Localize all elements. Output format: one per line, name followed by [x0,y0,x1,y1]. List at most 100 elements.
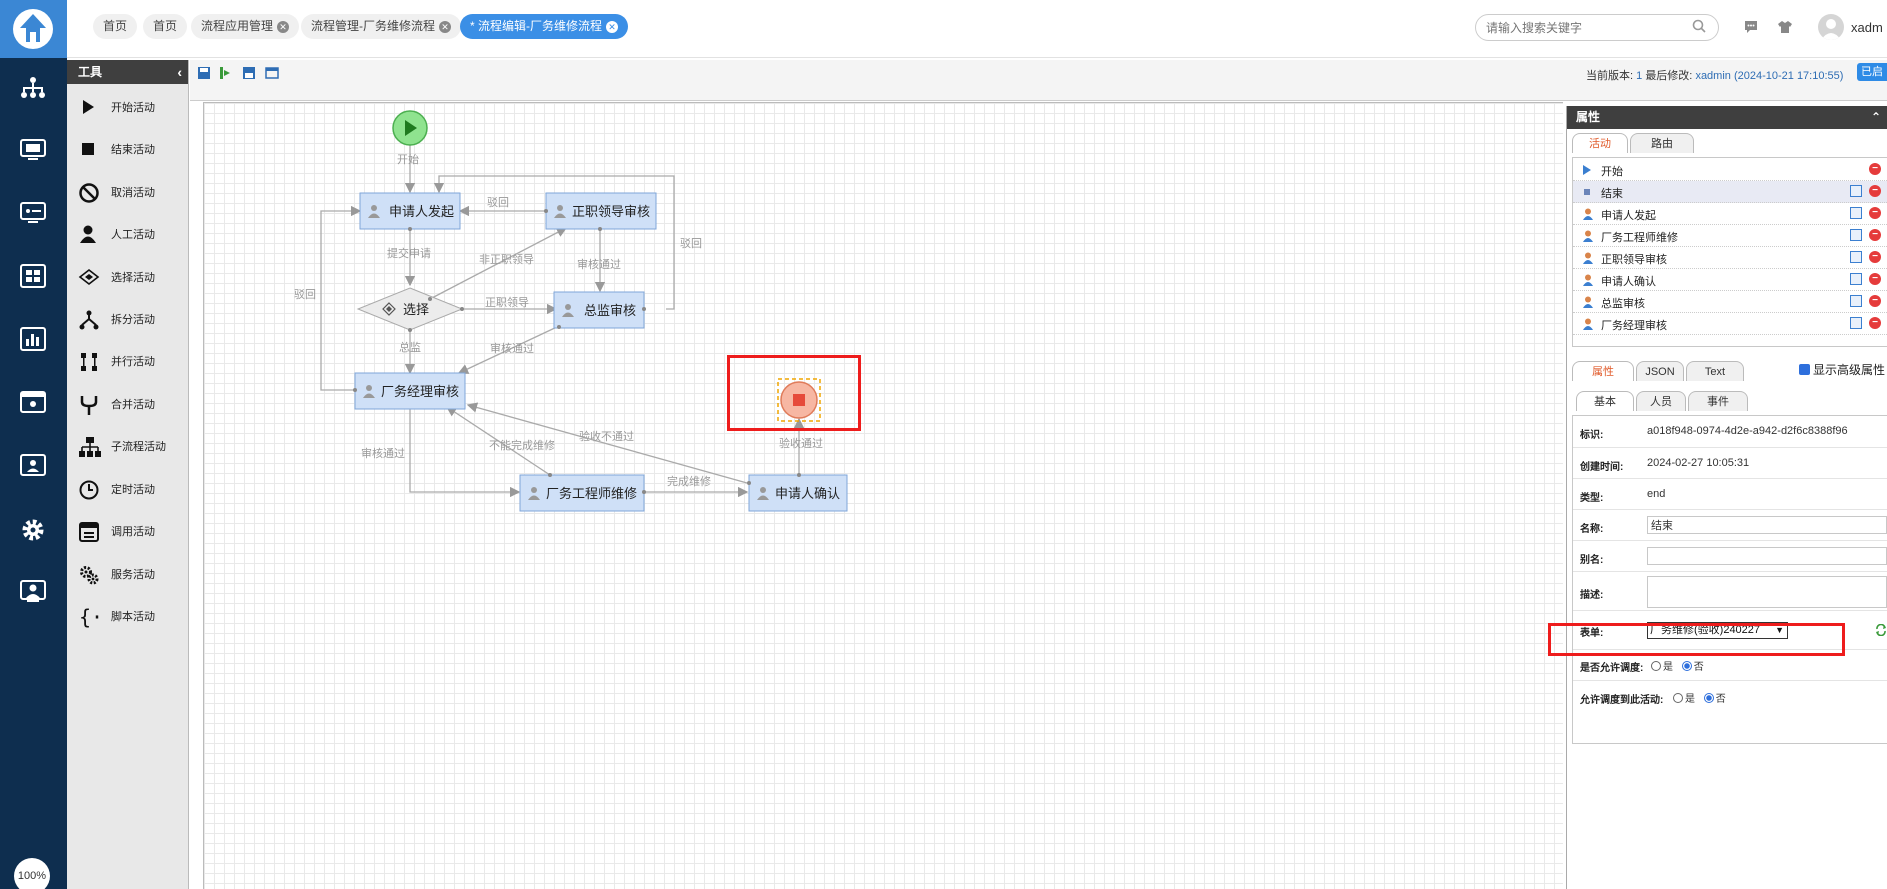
radio-yes[interactable] [1673,693,1683,703]
list-item[interactable]: 厂务经理审核 − [1573,313,1887,335]
tab-home-2[interactable]: 首页 [143,14,188,39]
copy-icon[interactable] [1850,317,1862,329]
delete-icon[interactable]: − [1869,317,1881,329]
list-item[interactable]: 总监审核 − [1573,291,1887,313]
nav-user-card-icon[interactable] [0,444,67,486]
tool-cancel-activity[interactable]: 取消活动 [67,174,189,210]
tab-text[interactable]: Text [1686,361,1744,381]
node-engineer-repair[interactable]: 厂务工程师维修 [519,474,645,512]
search-icon[interactable] [1692,19,1706,33]
tab-home-1[interactable]: 首页 [93,14,138,39]
layout-icon[interactable] [265,66,279,80]
copy-icon[interactable] [1850,251,1862,263]
tool-script-activity[interactable]: {·} 脚本活动 [67,598,189,634]
tool-parallel-activity[interactable]: 并行活动 [67,343,189,379]
description-textarea[interactable] [1647,576,1887,608]
nav-grid-icon[interactable] [0,255,67,297]
list-item[interactable]: 正职领导审核 − [1573,247,1887,269]
tool-timer-activity[interactable]: 定时活动 [67,471,189,507]
copy-icon[interactable] [1850,295,1862,307]
nav-chart-icon[interactable] [0,318,67,360]
list-item[interactable]: 申请人发起 − [1573,203,1887,225]
advanced-props-checkbox[interactable]: 显示高级属性 [1799,361,1885,378]
tab-properties[interactable]: 属性 [1572,361,1634,381]
shirt-icon[interactable] [1777,19,1793,35]
tab-activities[interactable]: 活动 [1572,133,1628,153]
tab-flow-app-manage[interactable]: 流程应用管理 ✕ [191,14,300,39]
tab-flow-manage[interactable]: 流程管理-厂务维修流程 ✕ [301,14,461,39]
tab-flow-edit[interactable]: * 流程编辑-厂务维修流程 ✕ [460,14,629,39]
node-director-review[interactable]: 总监审核 [553,291,645,329]
node-choice[interactable]: 选择 [356,287,464,331]
nav-monitor-icon[interactable] [0,129,67,171]
tool-split-activity[interactable]: 拆分活动 [67,301,189,337]
edge-label: 驳回 [680,237,702,250]
tool-merge-activity[interactable]: 合并活动 [67,386,189,422]
avatar[interactable] [1818,14,1844,40]
tab-routes[interactable]: 路由 [1630,133,1694,153]
zoom-level-badge[interactable]: 100% [14,858,50,889]
save-as-icon[interactable] [242,66,256,80]
tool-human-activity[interactable]: 人工活动 [67,216,189,252]
app-logo[interactable] [0,0,67,58]
radio-no[interactable] [1703,693,1714,703]
tool-call-activity[interactable]: 调用活动 [67,513,189,549]
radio-no[interactable] [1681,661,1692,671]
tool-start-activity[interactable]: 开始活动 [67,89,189,125]
delete-icon[interactable]: − [1869,273,1881,285]
export-icon[interactable] [218,66,232,80]
nav-window-icon[interactable] [0,381,67,423]
tab-close-icon[interactable]: ✕ [606,20,619,33]
node-applicant-confirm[interactable]: 申请人确认 [748,474,848,512]
message-icon[interactable] [1743,19,1759,35]
tab-events[interactable]: 事件 [1688,391,1748,411]
delete-icon[interactable]: − [1869,295,1881,307]
tab-close-icon[interactable]: ✕ [277,20,290,33]
tab-basic[interactable]: 基本 [1576,391,1634,411]
list-item[interactable]: 结束 − [1573,181,1887,203]
alias-input[interactable] [1647,547,1887,565]
copy-icon[interactable] [1850,207,1862,219]
flow-canvas[interactable]: 开始 驳回 提交申请 非正职领导 审核通过 驳回 正职领导 驳回 总监 审核通过… [203,102,1563,889]
tab-people[interactable]: 人员 [1636,391,1686,411]
delete-icon[interactable]: − [1869,163,1881,175]
radio-yes[interactable] [1651,661,1661,671]
node-manager-review[interactable]: 厂务经理审核 [354,372,466,410]
tool-end-activity[interactable]: 结束活动 [67,131,189,167]
copy-icon[interactable] [1850,185,1862,197]
tool-subprocess-activity[interactable]: 子流程活动 [67,428,189,464]
node-label: 厂务工程师维修 [546,486,637,501]
save-icon[interactable] [197,66,211,80]
nav-screen-icon[interactable] [0,192,67,234]
list-item[interactable]: 开始 − [1573,159,1887,181]
flow-diagram[interactable]: 开始 驳回 提交申请 非正职领导 审核通过 驳回 正职领导 驳回 总监 审核通过… [204,103,1564,889]
delete-icon[interactable]: − [1869,207,1881,219]
list-item[interactable]: 厂务工程师维修 − [1573,225,1887,247]
checkbox-checked-icon[interactable] [1799,364,1810,375]
delete-icon[interactable]: − [1869,185,1881,197]
nav-org-icon[interactable] [0,66,67,108]
nav-settings-icon[interactable] [0,507,67,549]
name-input[interactable] [1647,516,1887,534]
person-icon [1583,230,1593,242]
enabled-button[interactable]: 已启 [1857,63,1887,81]
search-input[interactable] [1475,14,1719,41]
tab-close-icon[interactable]: ✕ [439,20,451,33]
tool-service-activity[interactable]: 服务活动 [67,556,189,592]
username[interactable]: xadm [1851,20,1883,35]
delete-icon[interactable]: − [1869,251,1881,263]
field-label: 类型: [1580,493,1604,504]
delete-icon[interactable]: − [1869,229,1881,241]
copy-icon[interactable] [1850,273,1862,285]
list-item[interactable]: 申请人确认 − [1573,269,1887,291]
tool-choice-activity[interactable]: 选择活动 [67,259,189,295]
start-node[interactable] [392,110,428,146]
tab-json[interactable]: JSON [1636,361,1684,381]
refresh-icon[interactable] [1875,624,1887,636]
collapse-icon[interactable]: ‹ [177,60,182,84]
copy-icon[interactable] [1850,229,1862,241]
node-applicant-start[interactable]: 申请人发起 [359,192,461,230]
chevron-up-icon[interactable]: ⌃ [1871,106,1881,129]
nav-profile-icon[interactable] [0,570,67,612]
node-leader-review[interactable]: 正职领导审核 [545,192,657,230]
